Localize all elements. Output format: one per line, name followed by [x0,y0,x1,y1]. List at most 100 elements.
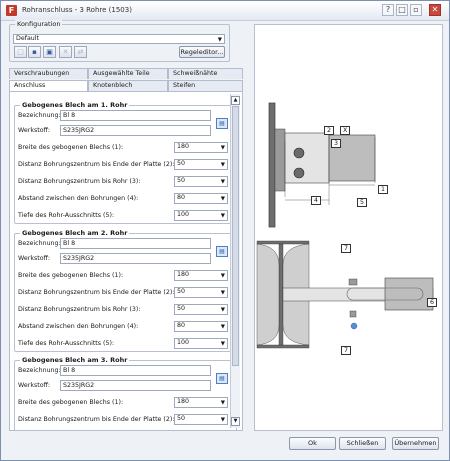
bezeichnung-input[interactable]: Bl 8 [60,110,211,121]
bezeichnung-input[interactable]: Bl 8 [60,238,211,249]
dialog-window: F Rohranschluss - 3 Rohre (1503) ? □ ▫ ✕… [0,0,450,461]
distanz-ende-label: Distanz Bohrungszentrum bis Ende der Pla… [18,289,175,296]
abstand-select[interactable]: 80 ▼ [174,321,228,332]
new-icon[interactable]: □ [14,46,27,58]
tab-schweissnaehte[interactable]: Schweißnähte [168,68,243,79]
werkstoff-input[interactable]: S235JRG2 [60,380,211,391]
distanz-rohr-select[interactable]: 50 ▼ [174,304,228,315]
bezeichnung-label: Bezeichnung: [18,112,61,119]
end-plate [274,128,286,192]
werkstoff-input[interactable]: S235JRG2 [60,125,211,136]
scroll-down-icon[interactable]: ▼ [231,417,240,426]
library-icon[interactable]: ▤ [216,246,228,257]
chevron-down-icon: ▼ [220,273,225,279]
schliessen-button[interactable]: Schließen [339,437,386,450]
panel-scrollbar[interactable]: ▲ ▼ [230,94,240,428]
connection-drawing [256,102,434,349]
abstand-select[interactable]: 80 ▼ [174,193,228,204]
distanz-ende-select[interactable]: 50 ▼ [174,159,228,170]
chevron-down-icon: ▼ [220,196,225,202]
scroll-up-icon[interactable]: ▲ [231,96,240,105]
ok-button[interactable]: Ok [289,437,336,450]
bolt-head [348,278,358,286]
title-bar[interactable]: F Rohranschluss - 3 Rohre (1503) ? □ ▫ ✕ [1,1,449,21]
section-title: Gebogenes Blech am 3. Rohr [20,356,130,364]
chevron-down-icon: ▼ [220,307,225,313]
werkstoff-label: Werkstoff: [18,127,51,134]
abstand-value: 80 [177,194,186,201]
bezeichnung-input[interactable]: Bl 8 [60,365,211,376]
distanz-ende-select[interactable]: 50 ▼ [174,414,228,425]
delete-icon[interactable]: ✕ [59,46,72,58]
callout-1: 1 [378,185,389,194]
tab-steifen[interactable]: Steifen [168,80,243,91]
breite-label: Breite des gebogenen Blechs (1): [18,272,124,279]
chevron-down-icon: ▼ [220,417,225,423]
distanz-ende-label: Distanz Bohrungszentrum bis Ende der Pla… [18,416,175,423]
werkstoff-input[interactable]: S235JRG2 [60,253,211,264]
beam-flange-bottom [256,344,310,349]
tube-top-view [384,277,434,311]
tab-knotenblech[interactable]: Knotenblech [88,80,168,91]
maximize-button[interactable]: ▫ [410,4,422,16]
refresh-icon[interactable]: ⇄ [74,46,87,58]
distanz-ende-value: 50 [177,288,186,295]
bolt-marker-icon [350,322,358,330]
chevron-down-icon: ▼ [217,37,222,43]
tiefe-select[interactable]: 100 ▼ [174,338,228,349]
tiefe-value: 100 [177,339,190,346]
konfiguration-select[interactable]: Default ▼ [13,34,225,44]
chevron-down-icon: ▼ [220,179,225,185]
section-title: Gebogenes Blech am 2. Rohr [20,229,130,237]
bolt-hole-lower [293,167,305,179]
chevron-down-icon: ▼ [220,341,225,347]
connection-figure: 2 X 3 1 4 5 7 6 7 [254,24,443,431]
callout-7-top: 7 [341,244,352,253]
section-rohr-2: Gebogenes Blech am 2. Rohr Bezeichnung: … [14,229,237,352]
chevron-down-icon: ▼ [220,162,225,168]
minimize-button[interactable]: □ [396,4,408,16]
callout-5: 5 [357,198,368,207]
anschluss-panel: Gebogenes Blech am 1. Rohr Bezeichnung: … [9,91,243,431]
scrollbar-thumb[interactable] [232,106,239,366]
breite-value: 180 [177,398,190,405]
close-button[interactable]: ✕ [429,4,441,16]
abstand-label: Abstand zwischen den Bohrungen (4): [18,195,139,202]
callout-4: 4 [311,196,322,205]
breite-select[interactable]: 180 ▼ [174,270,228,281]
section-title: Gebogenes Blech am 1. Rohr [20,101,130,109]
abstand-value: 80 [177,322,186,329]
help-button[interactable]: ? [382,4,394,16]
bezeichnung-label: Bezeichnung: [18,367,61,374]
beam-web [278,243,284,346]
breite-label: Breite des gebogenen Blechs (1): [18,399,124,406]
tab-ausgewaehlte-teile[interactable]: Ausgewählte Teile [88,68,168,79]
beam-fillet-left [256,243,280,346]
library-icon[interactable]: ▤ [216,118,228,129]
distanz-ende-select[interactable]: 50 ▼ [174,287,228,298]
section-rohr-1: Gebogenes Blech am 1. Rohr Bezeichnung: … [14,101,237,224]
tiefe-label: Tiefe des Rohr-Ausschnitts (5): [18,212,115,219]
tab-verschraubungen[interactable]: Verschraubungen [9,68,88,79]
regeleditor-button[interactable]: Regeleditor... [179,46,225,58]
uebernehmen-button[interactable]: Übernehmen [392,437,439,450]
chevron-down-icon: ▼ [220,324,225,330]
distanz-rohr-select[interactable]: 50 ▼ [174,176,228,187]
breite-select[interactable]: 180 ▼ [174,397,228,408]
nut [349,310,357,318]
callout-3: 3 [331,139,342,148]
chevron-down-icon: ▼ [220,145,225,151]
breite-label: Breite des gebogenen Blechs (1): [18,144,124,151]
breite-select[interactable]: 180 ▼ [174,142,228,153]
distanz-ende-value: 50 [177,415,186,422]
distanz-rohr-value: 50 [177,177,186,184]
callout-7-bottom: 7 [341,346,352,355]
distanz-rohr-value: 50 [177,305,186,312]
tiefe-select[interactable]: 100 ▼ [174,210,228,221]
beam-flange-top [256,240,310,245]
library-icon[interactable]: ▤ [216,373,228,384]
save-icon[interactable]: ▪ [28,46,41,58]
save-as-icon[interactable]: ▣ [43,46,56,58]
konfiguration-label: Konfiguration [15,20,63,28]
chevron-down-icon: ▼ [220,213,225,219]
